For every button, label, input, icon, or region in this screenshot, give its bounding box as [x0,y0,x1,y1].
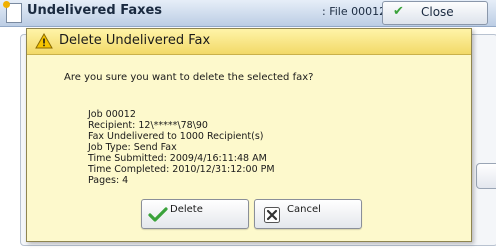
file-number: : File 00012 [322,5,387,18]
time-submitted: Time Submitted: 2009/4/16:11:48 AM [88,153,267,164]
delete-fax-dialog: Delete Undelivered Fax Are you sure you … [26,28,472,242]
dialog-title: Delete Undelivered Fax [59,33,211,48]
x-icon [264,207,280,223]
recipient: Recipient: 12\*****\78\90 [88,120,208,131]
cancel-button-label: Cancel [287,204,321,215]
background-side-button[interactable] [476,163,496,189]
cancel-button[interactable]: Cancel [254,199,362,229]
page-count: Pages: 4 [88,175,129,186]
background-title-bar: Undelivered Faxes : File 00012 ✔ Close [0,0,496,27]
close-button-label: Close [421,5,454,19]
close-button[interactable]: ✔ Close [382,1,488,25]
undelivered-count: Fax Undelivered to 1000 Recipient(s) [88,131,264,142]
check-icon [148,207,168,222]
app-icon [3,1,22,23]
background-window-title: Undelivered Faxes [27,3,163,18]
job-number: Job 00012 [88,109,136,120]
delete-button[interactable]: Delete [141,199,249,229]
fax-details: Job 00012 Recipient: 12\*****\78\90 Fax … [88,109,275,186]
time-completed: Time Completed: 2010/12/31:12:00 PM [88,164,275,175]
warning-icon [35,33,53,49]
delete-button-label: Delete [170,204,203,215]
check-icon: ✔ [393,4,404,19]
confirmation-question: Are you sure you want to delete the sele… [64,72,314,83]
dialog-title-bar: Delete Undelivered Fax [27,29,471,55]
job-type: Job Type: Send Fax [88,142,177,153]
